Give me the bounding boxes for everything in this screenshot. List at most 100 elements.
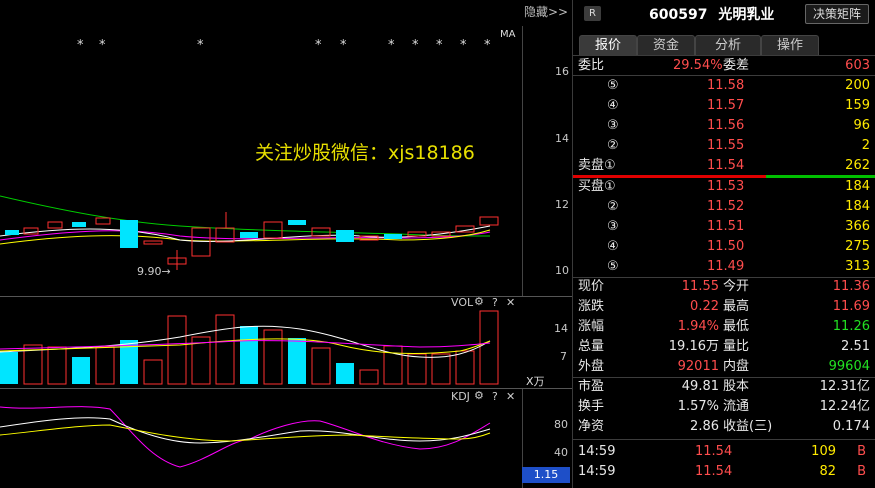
- tab-operation[interactable]: 操作: [761, 35, 819, 56]
- kdj-d-line: [0, 424, 491, 442]
- ask-price: 11.55: [707, 138, 745, 153]
- ask-level-label: 卖盘①: [578, 158, 616, 173]
- commission-diff-value: 603: [845, 58, 870, 73]
- tick-time: 14:59: [578, 464, 616, 479]
- candle: [47, 221, 63, 229]
- tab-quote[interactable]: 报价: [579, 35, 637, 56]
- vol-tick: 7: [560, 350, 567, 363]
- tick-volume: 109: [811, 444, 836, 459]
- tab-analysis[interactable]: 分析: [695, 35, 761, 56]
- stat-label: 总量: [578, 339, 605, 354]
- ask-level-label: ③: [607, 118, 619, 133]
- vol-bar: [311, 347, 331, 385]
- tick-side: B: [857, 464, 866, 479]
- bid-row-5[interactable]: ⑤ 11.49 313: [573, 257, 875, 277]
- candle: [143, 240, 163, 245]
- price-tick: 16: [555, 65, 569, 78]
- bid-row-1[interactable]: 买盘① 11.53 184: [573, 177, 875, 197]
- kdj-tick: 80: [554, 418, 568, 431]
- stat-row: 现价 11.55 今开 11.36: [573, 277, 875, 297]
- tick-price: 11.54: [695, 444, 733, 459]
- r-badge: R: [584, 6, 601, 21]
- ask-level-label: ④: [607, 98, 619, 113]
- bid-price: 11.49: [707, 259, 745, 274]
- stat-value: 2.51: [841, 339, 870, 354]
- fund-label: 股本: [723, 379, 750, 394]
- candle: [240, 232, 258, 238]
- kdj-k-line: [0, 417, 491, 444]
- tick-price: 11.54: [695, 464, 733, 479]
- low-price-marker: 9.90→: [137, 265, 171, 278]
- stat-label: 最高: [723, 299, 750, 314]
- stat-row: 总量 19.16万 量比 2.51: [573, 337, 875, 357]
- quote-panel: R 600597 光明乳业 决策矩阵 报价 资金 分析 操作 委比 29.54%…: [572, 0, 875, 488]
- candle: [384, 234, 402, 239]
- bid-level-label: ⑤: [607, 259, 619, 274]
- fund-label: 流通: [723, 399, 750, 414]
- fund-value: 12.24亿: [819, 399, 870, 414]
- stat-label: 量比: [723, 339, 750, 354]
- candle: [288, 220, 306, 225]
- price-tick: 12: [555, 198, 569, 211]
- vol-bar: [0, 352, 18, 384]
- fund-value: 2.86: [690, 419, 719, 434]
- fundamental-row: 换手 1.57% 流通 12.24亿: [573, 397, 875, 417]
- ask-volume: 262: [845, 158, 870, 173]
- stat-row: 涨幅 1.94% 最低 11.26: [573, 317, 875, 337]
- trade-tick-row: 14:59 11.54 109 B: [573, 442, 875, 462]
- bid-level-label: ③: [607, 219, 619, 234]
- tick-volume: 82: [819, 464, 836, 479]
- stock-header: R 600597 光明乳业 决策矩阵: [573, 0, 875, 26]
- bid-volume: 313: [845, 259, 870, 274]
- stock-name: 光明乳业: [718, 7, 775, 23]
- chart-area[interactable]: 隐藏>> * * * * * * * * * * MA 16 14 12 10 …: [0, 0, 572, 488]
- stat-value: 99604: [828, 359, 870, 374]
- bid-level-label: ②: [607, 199, 619, 214]
- bid-row-4[interactable]: ④ 11.50 275: [573, 237, 875, 257]
- ask-price: 11.58: [707, 78, 745, 93]
- vol-bar: [288, 338, 306, 384]
- candle: [120, 220, 138, 248]
- commission-ratio-value: 29.54%: [673, 58, 723, 73]
- vol-unit: X万: [526, 375, 545, 388]
- stock-code: 600597: [649, 7, 708, 23]
- bid-row-3[interactable]: ③ 11.51 366: [573, 217, 875, 237]
- ask-row-4[interactable]: ④ 11.57 159: [573, 96, 875, 116]
- candle: [72, 222, 86, 227]
- ma60-line: [0, 195, 491, 237]
- fund-label: 换手: [578, 399, 605, 414]
- stat-label: 今开: [723, 279, 750, 294]
- stat-label: 外盘: [578, 359, 605, 374]
- hide-panel-button[interactable]: 隐藏>>: [524, 3, 568, 20]
- stat-value: 11.69: [832, 299, 870, 314]
- fundamental-row: 市盈 49.81 股本 12.31亿: [573, 377, 875, 397]
- candle: [479, 216, 499, 226]
- fund-value: 12.31亿: [819, 379, 870, 394]
- stat-value: 11.26: [832, 319, 870, 334]
- fund-value: 1.57%: [677, 399, 719, 414]
- stat-row: 外盘 92011 内盘 99604: [573, 357, 875, 377]
- vol-bar: [167, 315, 187, 385]
- ask-row-2[interactable]: ② 11.55 2: [573, 136, 875, 156]
- tab-funds[interactable]: 资金: [637, 35, 695, 56]
- stat-value: 19.16万: [668, 339, 719, 354]
- commission-ratio-label: 委比: [578, 58, 605, 73]
- divider: [573, 439, 875, 440]
- fund-value: 0.174: [832, 419, 870, 434]
- ask-price: 11.54: [707, 158, 745, 173]
- decision-matrix-button[interactable]: 决策矩阵: [805, 4, 869, 24]
- price-axis: 16 14 12 10: [522, 26, 573, 296]
- fundamental-row: 净资 2.86 收益(三) 0.174: [573, 417, 875, 437]
- bid-price: 11.52: [707, 199, 745, 214]
- vol-bar: [72, 357, 90, 384]
- ask-row-3[interactable]: ③ 11.56 96: [573, 116, 875, 136]
- vol-tick: 14: [554, 322, 568, 335]
- ask-row-5[interactable]: ⑤ 11.58 200: [573, 76, 875, 96]
- ask-row-1[interactable]: 卖盘① 11.54 262: [573, 156, 875, 176]
- vol-bar: [240, 326, 258, 384]
- vol-bar: [95, 346, 115, 385]
- bid-row-2[interactable]: ② 11.52 184: [573, 197, 875, 217]
- ask-volume: 2: [861, 138, 870, 153]
- ask-price: 11.56: [707, 118, 745, 133]
- vol-bar: [336, 363, 354, 384]
